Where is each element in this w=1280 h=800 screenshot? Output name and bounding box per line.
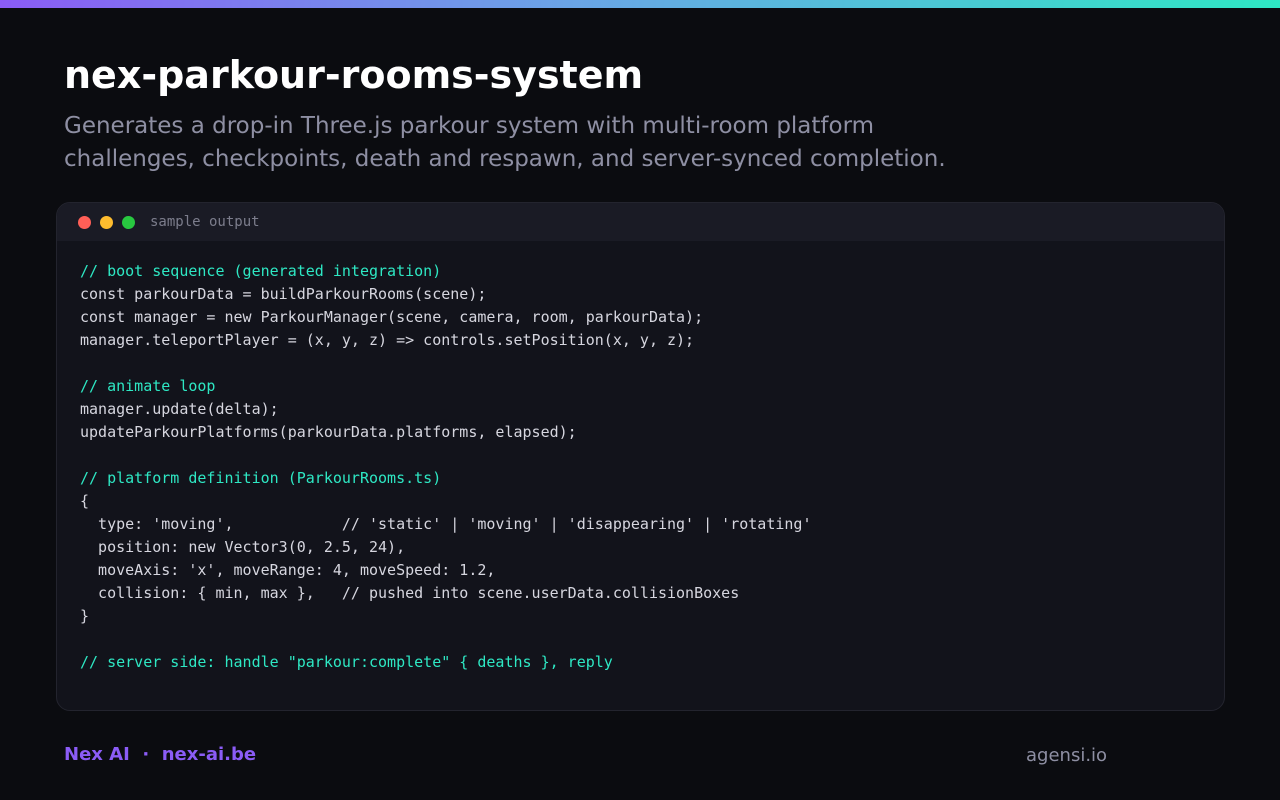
code-line: type: 'moving', // 'static' | 'moving' |…	[80, 515, 812, 533]
code-comment-line: // animate loop	[80, 377, 216, 395]
window-minimize-dot-icon	[100, 216, 113, 229]
footer-brand: Nex AI · nex-ai.be	[64, 743, 256, 767]
page-subtitle: Generates a drop-in Three.js parkour sys…	[64, 110, 1024, 176]
code-line: collision: { min, max }, // pushed into …	[80, 584, 740, 602]
code-line: position: new Vector3(0, 2.5, 24),	[80, 538, 406, 556]
subtitle-line-1: Generates a drop-in Three.js parkour sys…	[64, 113, 875, 139]
code-window: sample output // boot sequence (generate…	[56, 202, 1225, 711]
footer-separator: ·	[142, 744, 150, 765]
code-window-label: sample output	[150, 214, 260, 230]
window-close-dot-icon	[78, 216, 91, 229]
code-line: const manager = new ParkourManager(scene…	[80, 308, 704, 326]
window-maximize-dot-icon	[122, 216, 135, 229]
footer-agensi-link[interactable]: agensi.io	[1026, 744, 1107, 768]
code-comment-line: // server side: handle "parkour:complete…	[80, 653, 613, 671]
subtitle-line-2: challenges, checkpoints, death and respa…	[64, 146, 946, 172]
gradient-top-bar	[0, 0, 1280, 8]
code-line: moveAxis: 'x', moveRange: 4, moveSpeed: …	[80, 561, 496, 579]
code-block: // boot sequence (generated integration)…	[80, 260, 812, 674]
page-title: nex-parkour-rooms-system	[64, 53, 644, 97]
code-line: updateParkourPlatforms(parkourData.platf…	[80, 423, 577, 441]
code-line: }	[80, 607, 90, 625]
brand-name: Nex AI	[64, 744, 130, 765]
code-line: manager.update(delta);	[80, 400, 279, 418]
code-comment-line: // platform definition (ParkourRooms.ts)	[80, 469, 442, 487]
code-line: manager.teleportPlayer = (x, y, z) => co…	[80, 331, 695, 349]
code-window-header: sample output	[57, 203, 1224, 241]
footer-site-link[interactable]: nex-ai.be	[162, 744, 256, 765]
code-comment-line: // boot sequence (generated integration)	[80, 262, 442, 280]
code-line: const parkourData = buildParkourRooms(sc…	[80, 285, 487, 303]
code-line: {	[80, 492, 90, 510]
